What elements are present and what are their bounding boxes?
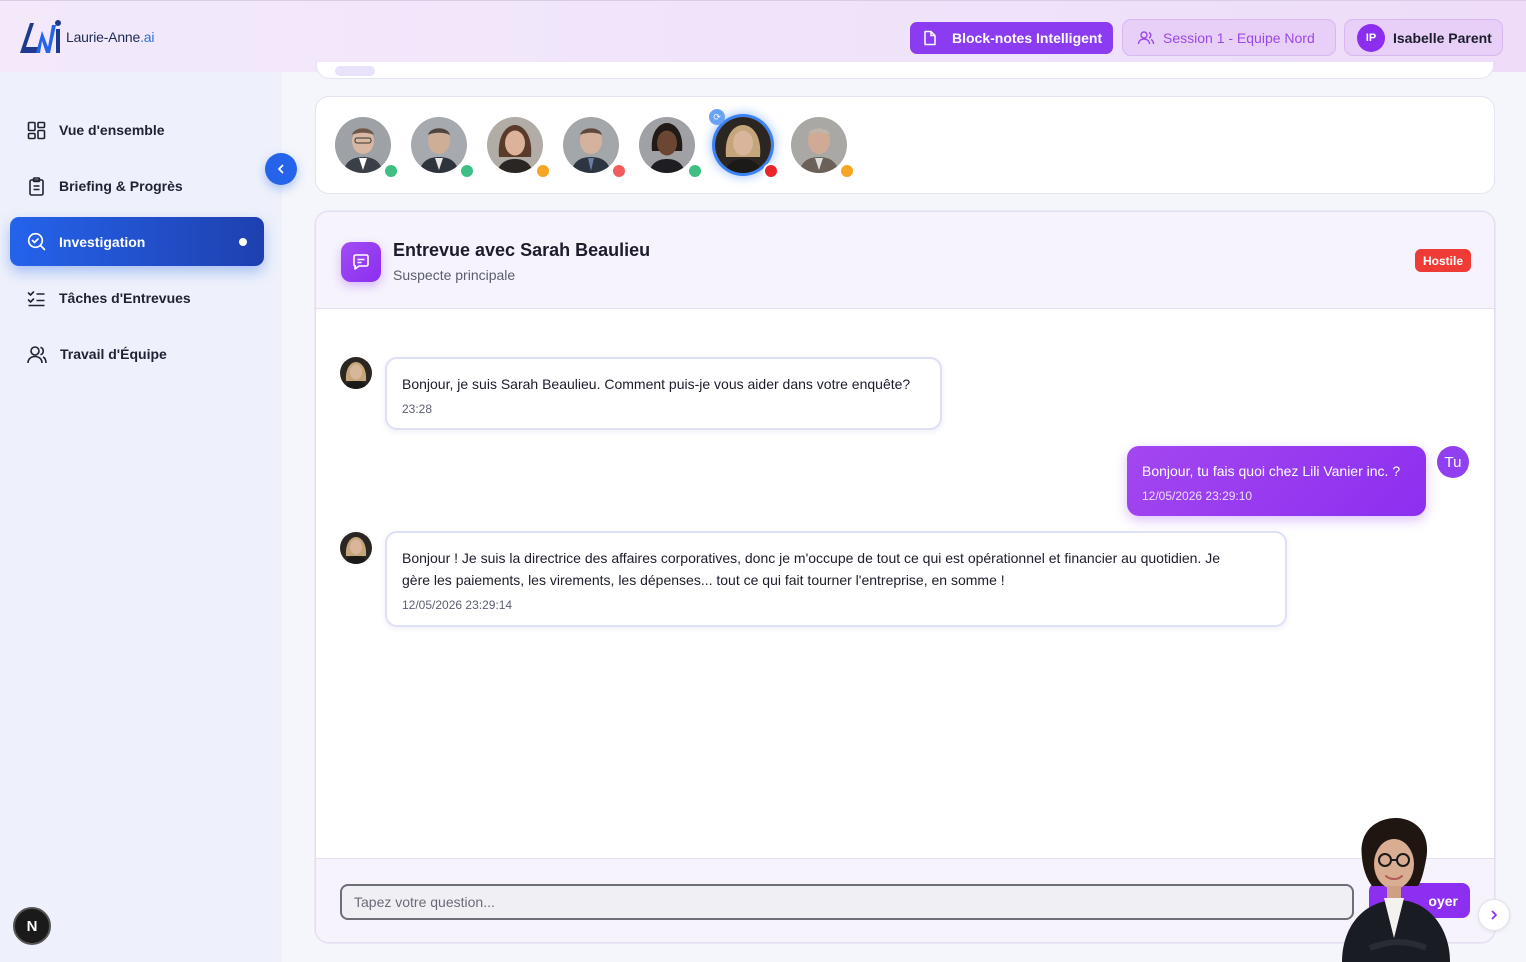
chat-bubble-icon	[341, 242, 381, 282]
status-dot	[383, 163, 399, 179]
user-avatar: IP	[1357, 23, 1385, 52]
next-button[interactable]	[1478, 899, 1510, 931]
suspect-avatar[interactable]	[411, 117, 475, 179]
collapse-sidebar-button[interactable]	[265, 153, 297, 185]
sidebar-item-investigation[interactable]: Investigation	[10, 217, 264, 266]
status-dot	[459, 163, 475, 179]
document-icon	[924, 30, 936, 46]
clipboard-icon	[29, 176, 44, 196]
app-logo[interactable]: Laurie-Anne.ai	[18, 17, 154, 57]
chevron-right-icon	[1491, 910, 1497, 920]
user-message-avatar: Tu	[1437, 446, 1469, 478]
sidebar-item-label: Briefing & Progrès	[59, 178, 183, 194]
sidebar-item-overview[interactable]: Vue d'ensemble	[10, 106, 264, 154]
search-check-icon	[27, 232, 46, 251]
suspect-message: Bonjour ! Je suis la directrice des affa…	[385, 531, 1287, 627]
status-dot	[839, 163, 855, 179]
users-icon	[1137, 30, 1155, 44]
previous-panel-edge	[316, 62, 1494, 79]
active-indicator-dot	[239, 237, 247, 246]
sidebar-item-interview-tasks[interactable]: Tâches d'Entrevues	[10, 274, 264, 322]
interview-subtitle: Suspecte principale	[393, 267, 516, 283]
message-text-line1: Bonjour ! Je suis la directrice des affa…	[402, 550, 1220, 566]
assistant-avatar[interactable]	[1340, 818, 1452, 962]
suspect-photo	[563, 117, 619, 173]
sidebar-item-label: Vue d'ensemble	[59, 122, 165, 138]
suspect-avatar[interactable]	[791, 117, 855, 179]
message-text: Bonjour, tu fais quoi chez Lili Vanier i…	[1142, 463, 1401, 479]
dev-badge[interactable]: N	[13, 907, 51, 945]
message-time: 12/05/2026 23:29:14	[402, 598, 513, 612]
status-dot	[611, 163, 627, 179]
smart-notes-button[interactable]: Block-notes Intelligent	[910, 22, 1113, 54]
suspect-avatar[interactable]	[639, 117, 703, 179]
question-input[interactable]	[340, 884, 1354, 920]
checklist-icon	[27, 290, 45, 306]
suspect-photo	[639, 117, 695, 173]
interview-title: Entrevue avec Sarah Beaulieu	[393, 240, 651, 260]
interview-header: Entrevue avec Sarah Beaulieu Suspecte pr…	[316, 212, 1494, 309]
sidebar-item-label: Investigation	[59, 233, 146, 250]
grid-icon	[27, 121, 46, 139]
message-text: Bonjour, je suis Sarah Beaulieu. Comment…	[402, 376, 911, 392]
sidebar-item-teamwork[interactable]: Travail d'Équipe	[10, 330, 264, 378]
refresh-icon: ⟳	[709, 109, 725, 125]
users-icon	[27, 345, 47, 363]
hostile-badge: Hostile	[1414, 249, 1471, 272]
user-menu-button[interactable]: IP Isabelle Parent	[1344, 19, 1503, 56]
suspect-photo	[715, 117, 771, 173]
user-name: Isabelle Parent	[1393, 29, 1492, 46]
suspect-avatar-selected[interactable]: ⟳	[709, 109, 779, 179]
status-dot	[687, 163, 703, 179]
status-dot	[535, 163, 551, 179]
interview-panel: Entrevue avec Sarah Beaulieu Suspecte pr…	[315, 211, 1495, 943]
suspect-photo	[791, 117, 847, 173]
message-time: 12/05/2026 23:29:10	[1142, 489, 1253, 503]
user-message: Bonjour, tu fais quoi chez Lili Vanier i…	[1127, 446, 1426, 516]
suspects-bar: ⟳	[315, 96, 1495, 194]
message-text-line2: gère les paiements, les virements, les d…	[402, 572, 1005, 588]
smart-notes-label: Block-notes Intelligent	[952, 30, 1103, 46]
sidebar-item-label: Travail d'Équipe	[60, 346, 167, 362]
suspect-photo	[411, 117, 467, 173]
message-composer: oyer	[316, 858, 1494, 942]
suspect-message: Bonjour, je suis Sarah Beaulieu. Comment…	[385, 357, 942, 430]
suspect-avatar[interactable]	[335, 117, 399, 179]
suspect-avatar[interactable]	[563, 117, 627, 179]
status-dot	[763, 163, 779, 179]
session-button[interactable]: Session 1 - Equipe Nord	[1122, 19, 1336, 56]
suspect-photo	[335, 117, 391, 173]
chevron-left-icon	[278, 164, 284, 174]
suspect-avatar[interactable]	[487, 117, 551, 179]
logo-mark-icon	[20, 20, 61, 53]
suspect-message-avatar	[340, 357, 372, 389]
suspect-message-avatar	[340, 532, 372, 564]
session-label: Session 1 - Equipe Nord	[1163, 29, 1315, 46]
sidebar-item-label: Tâches d'Entrevues	[59, 290, 191, 306]
sidebar-item-briefing[interactable]: Briefing & Progrès	[10, 162, 264, 210]
message-time: 23:28	[402, 402, 433, 416]
logo-text: Laurie-Anne.ai	[66, 29, 155, 45]
sidebar: Vue d'ensemble Briefing & Progrès Invest…	[0, 72, 282, 962]
suspect-photo	[487, 117, 543, 173]
